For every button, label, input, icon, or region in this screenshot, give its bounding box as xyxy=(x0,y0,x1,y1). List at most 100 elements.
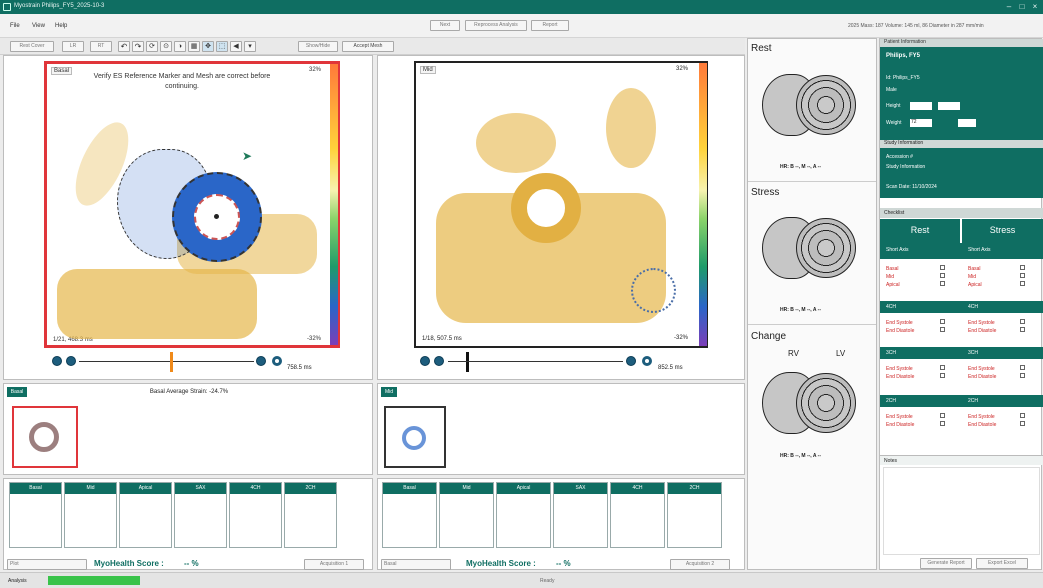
checklist-header: Checklist xyxy=(880,208,1043,218)
mid-thumb-4ch[interactable]: 4CH xyxy=(610,482,665,548)
mid-thumb-sax[interactable]: SAX xyxy=(553,482,608,548)
left-thumb-sax[interactable]: SAX xyxy=(174,482,227,548)
select-icon[interactable]: ⬚ xyxy=(216,41,228,52)
stress-short-checks[interactable] xyxy=(1020,265,1025,289)
zoom-icon[interactable]: ⊙ xyxy=(160,41,172,52)
mid-loop-icon[interactable] xyxy=(642,356,652,366)
mid-frame-label: 1/18, 507.5 ms xyxy=(422,336,462,342)
mid-strip-title: Mid xyxy=(381,387,397,397)
left-thumb-4ch[interactable]: 4CH xyxy=(229,482,282,548)
redo-icon[interactable]: ↷ xyxy=(132,41,144,52)
rest-cover-button[interactable]: Rest Cover xyxy=(10,41,54,52)
right-column: Patient Information Philips, FY5 Id: Phi… xyxy=(879,38,1043,570)
notes-textarea[interactable] xyxy=(883,467,1040,555)
weight-input[interactable]: 72 xyxy=(910,119,932,127)
bullseye-column: Rest HR: B --, M --, A -- Stress HR: B -… xyxy=(747,38,877,570)
left-thumb-2ch[interactable]: 2CH xyxy=(284,482,337,548)
lr-button[interactable]: LR xyxy=(62,41,84,52)
mid-thumb-apical[interactable]: Apical xyxy=(496,482,551,548)
mid-thumb-mid[interactable]: Mid xyxy=(439,482,494,548)
center-marker[interactable] xyxy=(214,214,219,219)
speaker-icon[interactable]: ◀ xyxy=(230,41,242,52)
next-button[interactable]: Next xyxy=(430,20,460,31)
patient-name: Philips, FY5 xyxy=(886,53,921,59)
3ch-rest-rows: End Systole End Diastole xyxy=(886,366,915,380)
scale-top-label: 32% xyxy=(309,67,322,73)
step-back-icon[interactable] xyxy=(66,356,76,366)
step-forward-icon[interactable] xyxy=(256,356,266,366)
rest-short-checks[interactable] xyxy=(940,265,945,289)
menu-view[interactable]: View xyxy=(32,23,45,29)
2ch-rest-checks[interactable] xyxy=(940,413,945,429)
mid-scale-bottom: -32% xyxy=(674,335,689,341)
export-excel-button[interactable]: Export Excel xyxy=(976,558,1028,569)
left-thumb-basal[interactable]: Basal xyxy=(9,482,62,548)
4ch-rest-checks[interactable] xyxy=(940,319,945,335)
rest-lv-bullseye[interactable] xyxy=(796,75,856,135)
generate-report-button[interactable]: Generate Report xyxy=(920,558,972,569)
scale-bottom-label: -32% xyxy=(307,336,322,342)
mid-play-icon[interactable] xyxy=(420,356,430,366)
show-hide-button[interactable]: Show/Hide xyxy=(298,41,338,52)
acquisition-1-button[interactable]: Acquisition 1 xyxy=(304,559,364,570)
maximize-button[interactable]: □ xyxy=(1016,2,1028,12)
patient-info-box: Philips, FY5 Id: Philips_FY5 Male Height… xyxy=(880,47,1043,140)
accept-mesh-button[interactable]: Accept Mesh xyxy=(342,41,394,52)
report-button[interactable]: Report xyxy=(531,20,569,31)
patient-gender: Male xyxy=(886,87,897,93)
reference-marker-icon[interactable]: ➤ xyxy=(242,149,252,163)
sec-4ch-bar: 4CH 4CH xyxy=(880,301,1043,313)
3ch-rest-checks[interactable] xyxy=(940,365,945,381)
mid-step-back-icon[interactable] xyxy=(434,356,444,366)
menu-help[interactable]: Help xyxy=(55,23,67,29)
left-average-panel: Basal Basal Average Strain: -24.7% xyxy=(3,383,373,475)
checklist-rest-header: Rest xyxy=(880,219,960,243)
mid-thumb-2ch[interactable]: 2CH xyxy=(667,482,722,548)
height-input-2[interactable] xyxy=(938,102,960,110)
basal-field[interactable]: Basal xyxy=(381,559,451,570)
undo-icon[interactable]: ↶ xyxy=(118,41,130,52)
4ch-rest-rows: End Systole End Diastole xyxy=(886,320,915,334)
rest-short-rows: Basal Mid Apical xyxy=(886,266,900,288)
height-input[interactable] xyxy=(910,102,932,110)
play-icon[interactable] xyxy=(52,356,62,366)
sec-2ch-bar: 2CH 2CH xyxy=(880,395,1043,407)
3ch-stress-checks[interactable] xyxy=(1020,365,1025,381)
stress-lv-bullseye[interactable] xyxy=(796,218,856,278)
mid-selected-thumb[interactable] xyxy=(384,406,446,468)
2ch-stress-checks[interactable] xyxy=(1020,413,1025,429)
minimize-button[interactable]: – xyxy=(1003,2,1015,12)
lv-label: LV xyxy=(836,349,846,358)
basal-image-view[interactable]: Basal Verify ES Reference Marker and Mes… xyxy=(44,61,340,348)
acquisition-2-button[interactable]: Acquisition 2 xyxy=(670,559,730,570)
loop-icon[interactable] xyxy=(272,356,282,366)
mid-step-forward-icon[interactable] xyxy=(626,356,636,366)
close-button[interactable]: × xyxy=(1029,2,1041,12)
timeline-track[interactable] xyxy=(79,361,254,362)
mid-timeline-track[interactable] xyxy=(448,361,623,362)
pan-icon[interactable]: ✥ xyxy=(202,41,214,52)
left-thumb-apical[interactable]: Apical xyxy=(119,482,172,548)
mid-dotted-contour[interactable] xyxy=(631,268,676,313)
weight-unit-input[interactable] xyxy=(958,119,976,127)
strain-color-scale-mid xyxy=(699,63,707,346)
mid-timeline-marker[interactable] xyxy=(466,352,469,372)
reprocess-button[interactable]: Reprocess Analysis xyxy=(465,20,527,31)
mid-image-view[interactable]: Mid 32% -32% 1/18, 507.5 ms xyxy=(414,61,708,348)
change-lv-bullseye[interactable] xyxy=(796,373,856,433)
4ch-stress-checks[interactable] xyxy=(1020,319,1025,335)
grid-icon[interactable]: ▦ xyxy=(188,41,200,52)
height-label: Height xyxy=(886,103,901,109)
left-thumb-mid[interactable]: Mid xyxy=(64,482,117,548)
left-selected-thumb[interactable] xyxy=(12,406,78,468)
mid-lv-ring[interactable] xyxy=(511,173,581,243)
refresh-icon[interactable]: ⟳ xyxy=(146,41,158,52)
timeline-marker[interactable] xyxy=(170,352,173,372)
plot-field[interactable]: Plot xyxy=(7,559,87,570)
contrast-icon[interactable]: ◑ xyxy=(174,41,186,52)
rt-button[interactable]: RT xyxy=(90,41,112,52)
dropdown-icon[interactable]: ▾ xyxy=(244,41,256,52)
divider xyxy=(748,181,876,182)
mid-thumb-basal[interactable]: Basal xyxy=(382,482,437,548)
menu-file[interactable]: File xyxy=(10,23,20,29)
